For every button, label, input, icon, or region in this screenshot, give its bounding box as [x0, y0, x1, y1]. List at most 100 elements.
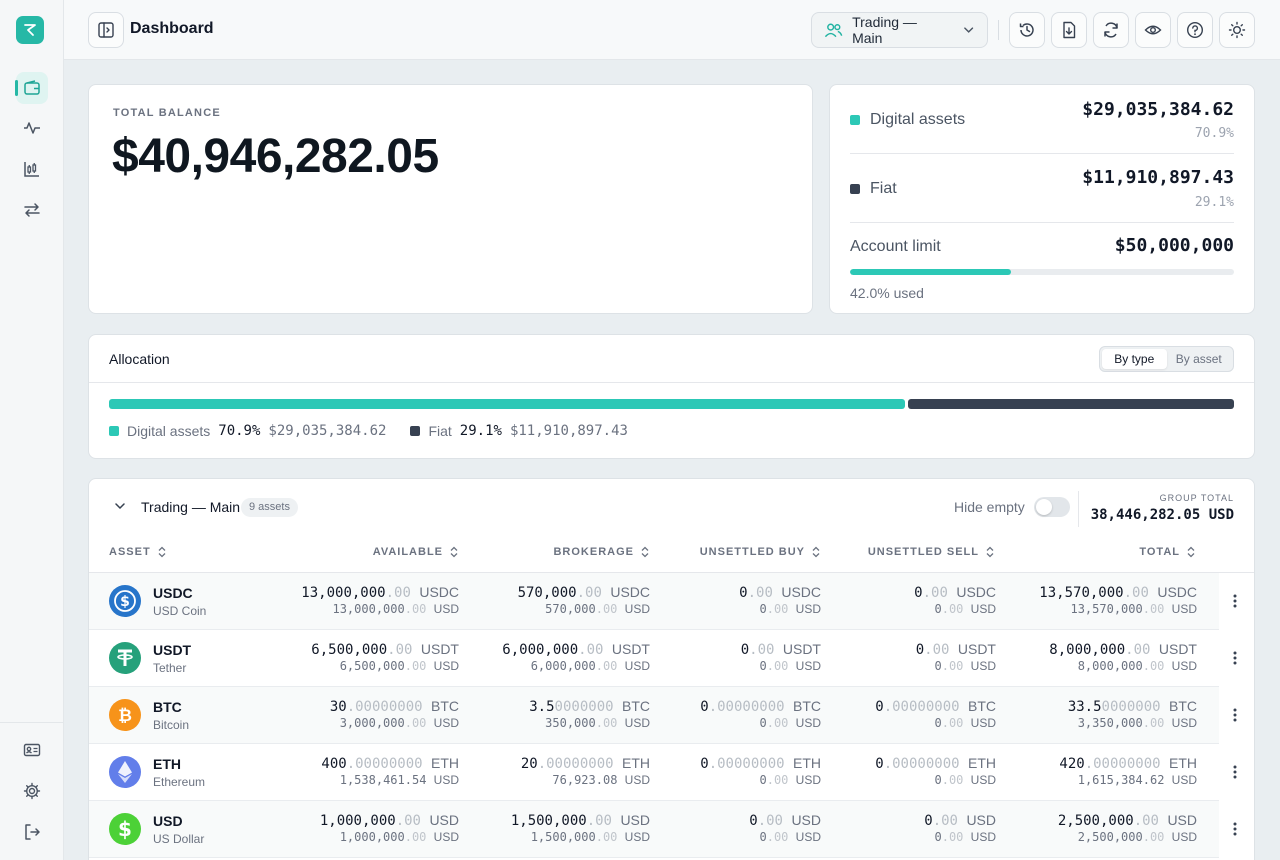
app-logo[interactable]	[16, 16, 44, 44]
nav-wallet[interactable]	[15, 72, 48, 104]
col-asset[interactable]: ASSET	[109, 546, 167, 558]
chevron-down-icon	[963, 27, 973, 33]
currency: USD	[966, 812, 996, 828]
visibility-button[interactable]	[1135, 12, 1171, 48]
nav-settings[interactable]	[16, 775, 48, 807]
col-available[interactable]: AVAILABLE	[329, 546, 459, 558]
transfer-arrows-icon	[24, 203, 40, 217]
row-menu-button[interactable]	[1222, 702, 1248, 728]
amount: 13,570,000.00 USDC	[1039, 584, 1197, 601]
usd-int: 0	[934, 830, 942, 844]
gear-icon	[23, 782, 41, 800]
account-limit-row: Account limit $50,000,000	[850, 223, 1234, 263]
usd-dec: .00	[404, 716, 427, 730]
total-balance-value: $40,946,282.05	[112, 130, 439, 183]
tab-by-asset[interactable]: By asset	[1167, 349, 1232, 369]
usd-currency: USD	[433, 659, 459, 673]
table-row[interactable]: ETH Ethereum 400.00000000 ETH 1,538,461.54 …	[89, 744, 1219, 801]
legend-fiat: Fiat 29.1% $11,910,897.43	[410, 423, 628, 439]
account-selector[interactable]: Trading — Main	[811, 12, 988, 48]
nav-contacts[interactable]	[16, 734, 48, 766]
table-row[interactable]: USDT Tether 6,500,000.00 USDT 6,500,000.00 …	[89, 630, 1219, 687]
sidebar-divider	[0, 722, 63, 723]
sidebar-toggle-icon	[98, 22, 114, 38]
svg-text:$: $	[118, 817, 132, 841]
currency: BTC	[1169, 698, 1197, 714]
amount: 0.00 USD	[749, 812, 821, 829]
help-icon	[1186, 21, 1204, 39]
col-total[interactable]: TOTAL	[1049, 546, 1196, 558]
amount: 13,000,000.00 USDC	[301, 584, 459, 601]
amount-int: 0	[914, 585, 923, 601]
amount-int: 0	[749, 813, 758, 829]
row-menu-button[interactable]	[1222, 816, 1248, 842]
table-row[interactable]: ₿ BTC Bitcoin 30.00000000 BTC 3,000,000.00 U…	[89, 687, 1219, 744]
cell-unsettled-sell: 0.00 USDT 0.00 USD	[916, 641, 996, 673]
col-available-label: AVAILABLE	[372, 546, 443, 558]
usd-int: 6,000,000	[530, 659, 596, 673]
sort-icon	[450, 546, 458, 558]
toggle-sidebar-button[interactable]	[88, 12, 124, 48]
asset-name: Ethereum	[153, 775, 206, 789]
usd-currency: USD	[624, 659, 650, 673]
amount-dec: .00	[387, 642, 413, 658]
amount: 6,000,000.00 USDT	[502, 641, 650, 658]
group-header: Trading — Main 9 assets Hide empty GROUP…	[89, 479, 1254, 535]
amount-dec: .00000000	[708, 756, 785, 772]
amount: 3.50000000 BTC	[529, 698, 650, 715]
row-menu-button[interactable]	[1222, 759, 1248, 785]
col-unsettled-buy[interactable]: UNSETTLED BUY	[669, 546, 821, 558]
col-brokerage[interactable]: BROKERAGE	[509, 546, 650, 558]
cell-brokerage: 1,500,000.00 USD 1,500,000.00 USD	[511, 812, 650, 844]
hide-empty-toggle[interactable]	[1034, 497, 1070, 517]
usd-currency: USD	[624, 773, 650, 787]
usd-currency: USD	[1171, 830, 1197, 844]
amount-int: 8,000,000	[1049, 642, 1126, 658]
usd-int: 570,000	[545, 602, 596, 616]
usd-amount: 6,500,000.00 USD	[311, 659, 459, 673]
usd-currency: USD	[1171, 659, 1197, 673]
tab-by-type[interactable]: By type	[1102, 349, 1167, 369]
currency: USDC	[610, 584, 650, 600]
collapse-group-button[interactable]	[113, 499, 127, 518]
usd-int: 1,500,000	[530, 830, 596, 844]
nav-activity[interactable]	[16, 112, 48, 144]
row-menu-button[interactable]	[1222, 588, 1248, 614]
digital-assets-row: Digital assets $29,035,384.62 70.9%	[850, 85, 1234, 153]
refresh-button[interactable]	[1093, 12, 1129, 48]
theme-toggle-button[interactable]	[1219, 12, 1255, 48]
history-button[interactable]	[1009, 12, 1045, 48]
usd-amount: 0.00 USD	[924, 830, 997, 844]
currency: USDC	[956, 584, 996, 600]
usd-dec: .00	[941, 773, 964, 787]
hide-empty-label: Hide empty	[954, 499, 1025, 515]
amount: 0.00000000 BTC	[875, 698, 996, 715]
table-row[interactable]: $ USD US Dollar 1,000,000.00 USD 1,000,000.0…	[89, 801, 1219, 858]
usd-amount: 0.00 USD	[739, 602, 822, 616]
eth-icon	[109, 756, 141, 788]
history-icon	[1019, 23, 1034, 37]
nav-markets[interactable]	[16, 153, 48, 185]
usd-int: 6,500,000	[339, 659, 405, 673]
amount: 33.50000000 BTC	[1068, 698, 1197, 715]
currency: USDC	[419, 584, 459, 600]
eye-icon	[1144, 25, 1162, 35]
nav-logout[interactable]	[16, 816, 48, 848]
usd-dec: .00	[766, 773, 789, 787]
nav-transfers[interactable]	[16, 194, 48, 226]
usd-currency: USD	[970, 716, 996, 730]
amount-dec: .00	[578, 642, 604, 658]
download-button[interactable]	[1051, 12, 1087, 48]
col-unsettled-sell[interactable]: UNSETTLED SELL	[829, 546, 995, 558]
cell-available: 1,000,000.00 USD 1,000,000.00 USD	[320, 812, 459, 844]
usd-currency: USD	[433, 716, 459, 730]
help-button[interactable]	[1177, 12, 1213, 48]
amount-dec: .00	[586, 813, 612, 829]
table-row[interactable]: $ USDC USD Coin 13,000,000.00 USDC 13,000,00…	[89, 573, 1219, 630]
amount: 0.00 USD	[924, 812, 996, 829]
amount-int: 570,000	[517, 585, 577, 601]
row-menu-button[interactable]	[1222, 645, 1248, 671]
asset-name: US Dollar	[153, 832, 205, 846]
usd-amount: 13,000,000.00 USD	[301, 602, 459, 616]
header-divider	[998, 20, 999, 40]
